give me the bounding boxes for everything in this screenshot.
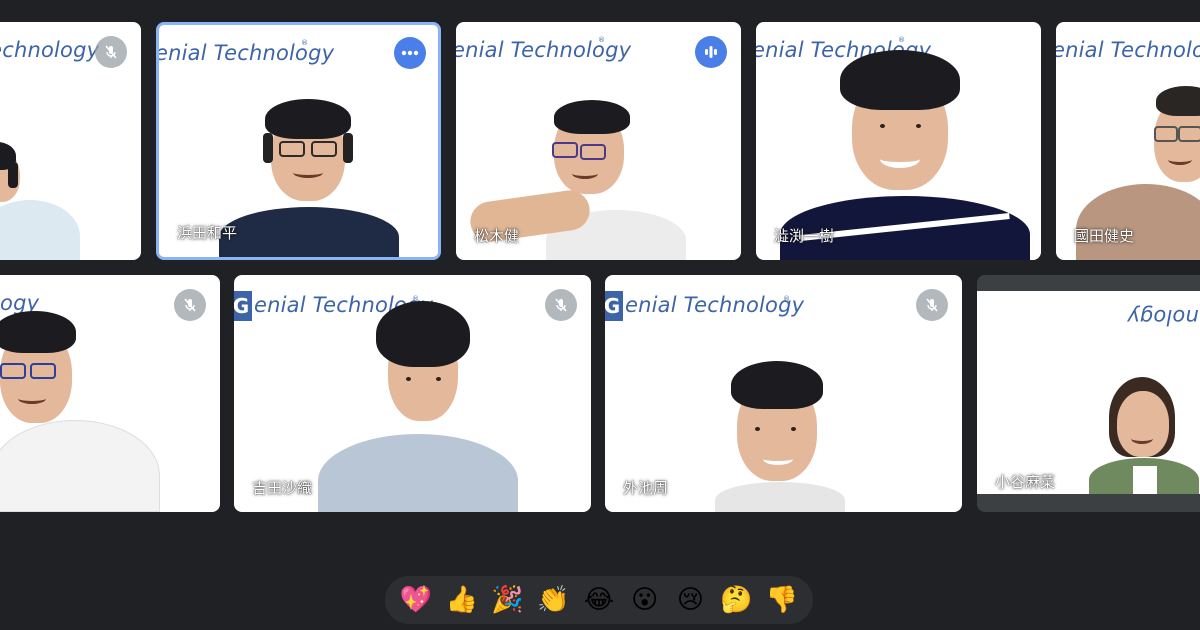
tears-of-joy-reaction[interactable]: 😂 xyxy=(579,576,619,624)
participant-video xyxy=(0,132,80,260)
brand-watermark: enial Technology xyxy=(1127,305,1200,329)
participant-tile-6[interactable]: enial Technology xyxy=(0,275,220,512)
participant-name: 澁渕一樹 xyxy=(774,228,835,245)
brand-watermark: enial Technology xyxy=(1056,38,1200,62)
party-popper-reaction[interactable]: 🎉 xyxy=(487,576,527,624)
brand-watermark: enial Technology ® xyxy=(156,39,335,65)
participant-video-area: enial Technology 小谷麻菜 xyxy=(977,291,1200,494)
participant-name: 國田健史 xyxy=(1074,228,1135,245)
surprised-face-reaction[interactable]: 😮 xyxy=(625,576,665,624)
brand-watermark: enial Technology ® xyxy=(456,36,632,62)
thumbs-up-reaction[interactable]: 👍 xyxy=(442,576,482,624)
participant-tile-3[interactable]: enial Technology ® 松木健 xyxy=(456,22,741,260)
participant-tile-8[interactable]: Genial Technology ® 外池周 xyxy=(605,275,962,512)
participant-video xyxy=(318,301,518,512)
participant-tile-9[interactable]: enial Technology 小谷麻菜 xyxy=(977,275,1200,512)
more-options-icon[interactable] xyxy=(394,37,426,69)
participant-tile-7[interactable]: Genial Technology ® 吉田沙織 xyxy=(234,275,591,512)
speaking-indicator-icon xyxy=(695,36,727,68)
mic-muted-icon[interactable] xyxy=(95,36,127,68)
reactions-bar: 💖 👍 🎉 👏 😂 😮 😢 🤔 👎 xyxy=(385,576,813,624)
participant-video xyxy=(0,305,160,512)
participant-tile-1[interactable]: enial Technology xyxy=(0,22,141,260)
participant-video xyxy=(715,361,845,512)
participant-name: 小谷麻菜 xyxy=(995,474,1056,491)
participant-name: 浜田和平 xyxy=(177,225,238,242)
participant-name: 吉田沙織 xyxy=(252,480,313,497)
participant-video xyxy=(219,97,399,257)
participant-name: 松木健 xyxy=(474,228,520,245)
clapping-hands-reaction[interactable]: 👏 xyxy=(533,576,573,624)
participant-video xyxy=(1089,377,1199,494)
crying-face-reaction[interactable]: 😢 xyxy=(670,576,710,624)
participant-tile-5[interactable]: enial Technology 國田健史 xyxy=(1056,22,1200,260)
thinking-face-reaction[interactable]: 🤔 xyxy=(716,576,756,624)
brand-watermark: enial Technology xyxy=(0,38,100,62)
participant-tile-4[interactable]: enial Technology ® 澁渕一樹 xyxy=(756,22,1041,260)
participant-name: 外池周 xyxy=(623,480,669,497)
thumbs-down-reaction[interactable]: 👎 xyxy=(762,576,802,624)
mic-muted-icon[interactable] xyxy=(174,289,206,321)
sparkling-heart-reaction[interactable]: 💖 xyxy=(396,576,436,624)
brand-watermark: Genial Technology ® xyxy=(605,291,804,321)
mic-muted-icon[interactable] xyxy=(545,289,577,321)
participant-tile-2[interactable]: enial Technology ® 浜田和平 xyxy=(156,22,441,260)
mic-muted-icon[interactable] xyxy=(916,289,948,321)
